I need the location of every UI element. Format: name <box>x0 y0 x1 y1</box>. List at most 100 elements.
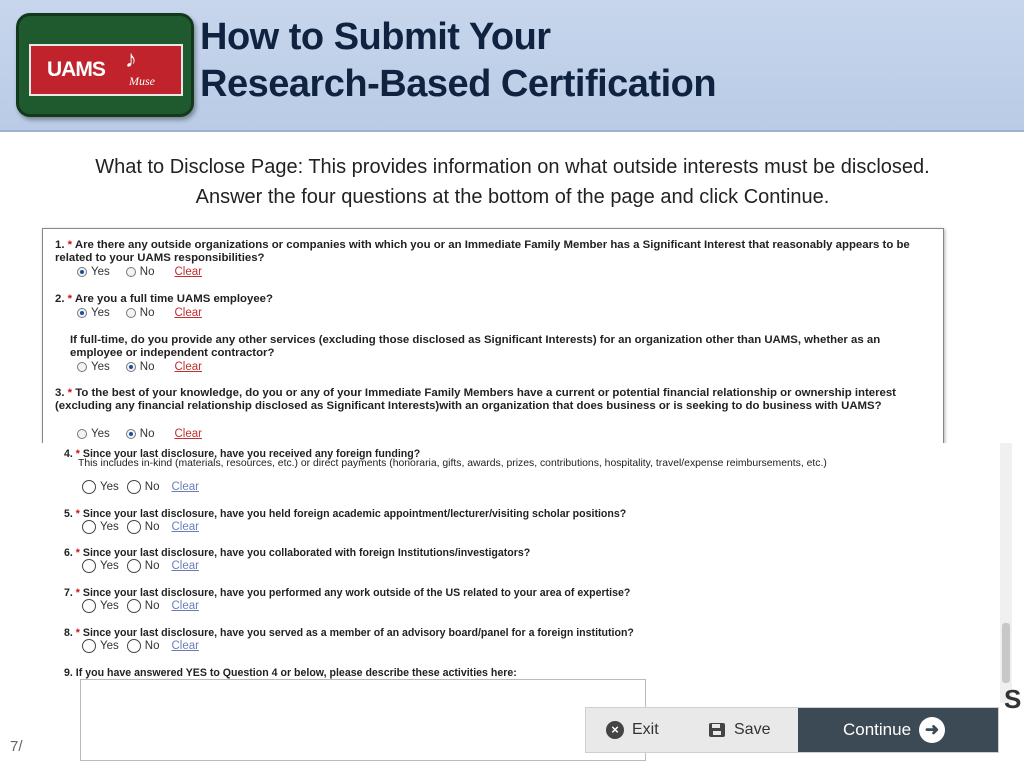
required-marker: * <box>75 587 80 599</box>
yes-label: Yes <box>100 560 119 572</box>
q3-options: Yes No Clear <box>77 428 202 440</box>
q2-no-radio[interactable] <box>125 308 136 318</box>
question-text: Since your last disclosure, have you col… <box>82 547 531 559</box>
q1-yes-radio[interactable] <box>77 267 87 277</box>
q3-yes-radio[interactable] <box>77 429 87 439</box>
q6-no-radio[interactable] <box>126 559 141 573</box>
close-circle-icon: × <box>606 721 624 739</box>
q1-options: Yes No Clear <box>77 266 202 278</box>
q6-yes-radio[interactable] <box>82 559 96 573</box>
question-text: If you have answered YES to Question 4 o… <box>75 667 517 679</box>
title-line-2: Research-Based Certification <box>200 63 717 105</box>
q7-clear-link[interactable]: Clear <box>171 600 198 612</box>
question-number: 9. <box>64 667 73 679</box>
q2b-no-radio[interactable] <box>125 362 136 372</box>
q2b-options: Yes No Clear <box>77 361 202 373</box>
q7-options: Yes No Clear <box>82 599 199 613</box>
required-marker: * <box>67 239 73 251</box>
disclosure-form-part1: 1. * Are there any outside organizations… <box>42 228 944 445</box>
q8-clear-link[interactable]: Clear <box>171 640 198 652</box>
q2-yes-radio[interactable] <box>77 308 87 318</box>
no-label: No <box>144 481 160 493</box>
q3-clear-link[interactable]: Clear <box>174 428 201 440</box>
no-label: No <box>144 521 160 533</box>
yes-label: Yes <box>100 600 119 612</box>
q7-no-radio[interactable] <box>126 599 141 613</box>
yes-label: Yes <box>100 481 119 493</box>
question-number: 6. <box>64 547 73 559</box>
exit-button[interactable]: × Exit <box>606 708 659 752</box>
required-marker: * <box>75 627 80 639</box>
q2b-clear-link[interactable]: Clear <box>174 361 201 373</box>
no-label: No <box>144 640 160 652</box>
q4-clear-link[interactable]: Clear <box>171 481 198 493</box>
required-marker: * <box>67 293 73 305</box>
q5-options: Yes No Clear <box>82 520 199 534</box>
uams-muse-logo: UAMS ♪ Muse <box>16 13 194 117</box>
q4-no-radio[interactable] <box>126 480 141 494</box>
question-7: 7. * Since your last disclosure, have yo… <box>64 587 964 600</box>
save-button[interactable]: Save <box>708 708 770 752</box>
question-text: Since your last disclosure, have you per… <box>82 587 631 599</box>
slide-page-number: 7/ <box>10 738 23 755</box>
question-4-subtext: This includes in-kind (materials, resour… <box>78 458 928 471</box>
question-text: Since your last disclosure, have you hel… <box>82 508 627 520</box>
required-marker: * <box>67 387 73 399</box>
question-2b: If full-time, do you provide any other s… <box>70 334 930 359</box>
scrollbar[interactable] <box>1000 443 1012 703</box>
yes-label: Yes <box>91 361 110 373</box>
q5-yes-radio[interactable] <box>82 520 96 534</box>
question-2: 2. * Are you a full time UAMS employee? <box>55 293 935 306</box>
question-number: 4. <box>64 448 73 460</box>
yes-label: Yes <box>91 307 110 319</box>
question-8: 8. * Since your last disclosure, have yo… <box>64 627 964 640</box>
question-number: 7. <box>64 587 73 599</box>
q7-yes-radio[interactable] <box>82 599 96 613</box>
yes-label: Yes <box>100 640 119 652</box>
question-number: 2. <box>55 293 65 305</box>
q8-options: Yes No Clear <box>82 639 199 653</box>
no-label: No <box>139 307 155 319</box>
q4-options: Yes No Clear <box>82 480 199 494</box>
muse-harp-icon: ♪ Muse <box>119 47 165 90</box>
q6-clear-link[interactable]: Clear <box>171 560 198 572</box>
slide-title: How to Submit Your Research-Based Certif… <box>200 14 717 108</box>
question-text: Are you a full time UAMS employee? <box>74 293 273 305</box>
question-text: If full-time, do you provide any other s… <box>70 334 881 359</box>
logo-sub-text: Muse <box>129 74 155 88</box>
title-line-1: How to Submit Your <box>200 16 551 58</box>
question-text: To the best of your knowledge, do you or… <box>55 387 896 412</box>
question-text: Are there any outside organizations or c… <box>55 239 910 264</box>
question-text: Since your last disclosure, have you ser… <box>82 627 634 639</box>
q6-options: Yes No Clear <box>82 559 199 573</box>
question-number: 3. <box>55 387 65 399</box>
question-6: 6. * Since your last disclosure, have yo… <box>64 547 964 560</box>
arrow-right-circle-icon: ➜ <box>919 717 946 743</box>
yes-label: Yes <box>100 521 119 533</box>
question-1: 1. * Are there any outside organizations… <box>55 239 935 264</box>
required-marker: * <box>75 508 80 520</box>
continue-button[interactable]: Continue ➜ <box>798 708 998 752</box>
disclosure-form-part2: 4. * Since your last disclosure, have yo… <box>24 443 1000 761</box>
activities-description-textarea[interactable] <box>80 679 646 761</box>
logo-text: UAMS <box>47 58 106 81</box>
scrollbar-thumb[interactable] <box>1002 623 1010 683</box>
no-label: No <box>144 600 160 612</box>
save-disk-icon <box>708 722 726 738</box>
cropped-edge-mark: S <box>1004 684 1022 714</box>
no-label: No <box>139 428 155 440</box>
q4-yes-radio[interactable] <box>82 480 96 494</box>
q2-clear-link[interactable]: Clear <box>174 307 201 319</box>
harp-icon: ♪ <box>125 47 137 73</box>
q8-no-radio[interactable] <box>126 639 141 653</box>
question-number: 8. <box>64 627 73 639</box>
q5-no-radio[interactable] <box>126 520 141 534</box>
q2-options: Yes No Clear <box>77 307 202 319</box>
required-marker: * <box>75 547 80 559</box>
q1-no-radio[interactable] <box>125 267 136 277</box>
q8-yes-radio[interactable] <box>82 639 96 653</box>
q1-clear-link[interactable]: Clear <box>174 266 201 278</box>
q5-clear-link[interactable]: Clear <box>171 521 198 533</box>
q2b-yes-radio[interactable] <box>77 362 87 372</box>
q3-no-radio[interactable] <box>125 429 136 439</box>
